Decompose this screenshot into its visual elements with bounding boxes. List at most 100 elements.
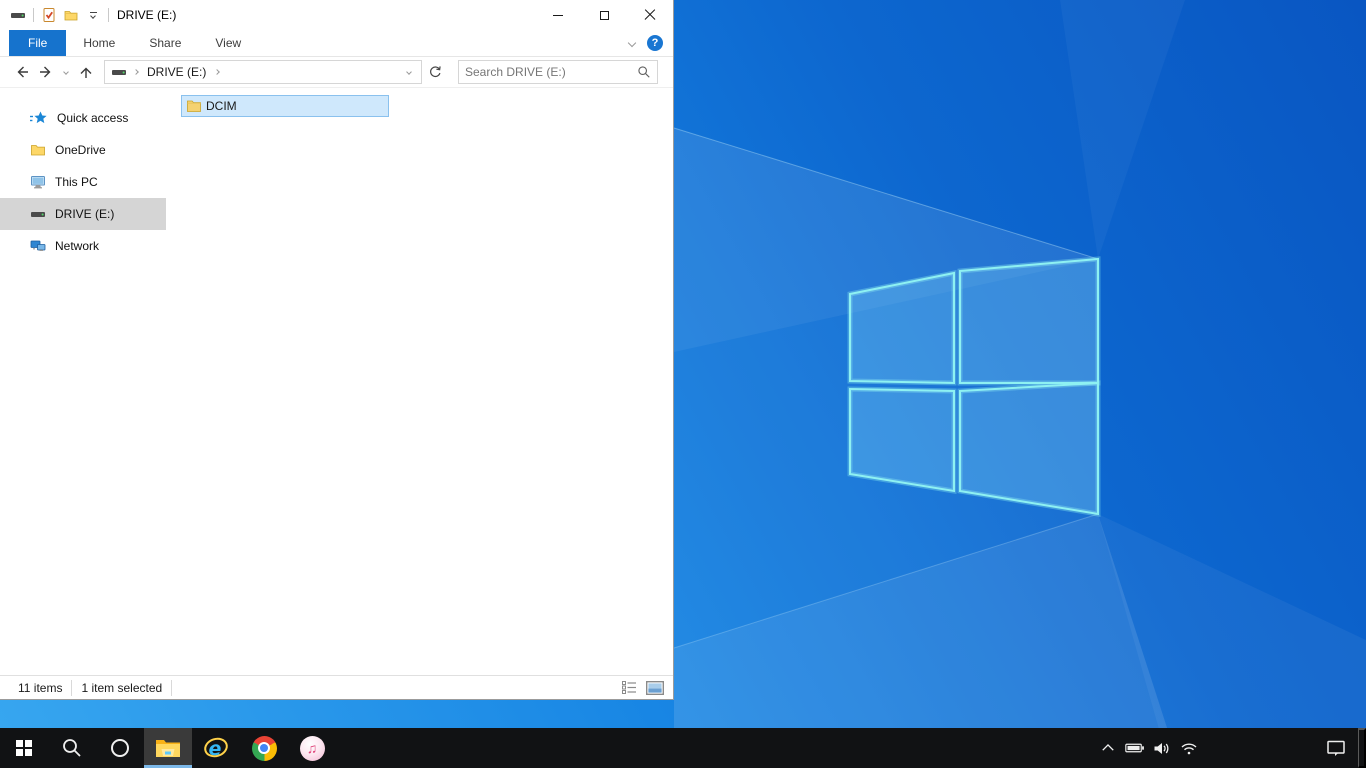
sidebar-item-label: OneDrive: [55, 143, 106, 157]
tab-file[interactable]: File: [9, 30, 67, 56]
search-input[interactable]: [465, 65, 637, 79]
qat-customize-dropdown[interactable]: [82, 3, 104, 27]
separator: [33, 8, 34, 22]
forward-button[interactable]: [34, 60, 58, 84]
window-body: Quick access OneDrive This PC DRIVE (E:)…: [0, 88, 673, 675]
action-center-icon: [1327, 740, 1345, 756]
details-view-button[interactable]: [619, 679, 639, 697]
chrome-button[interactable]: [240, 728, 288, 768]
customize-qat-caret-icon: [89, 12, 97, 19]
wifi-icon: [1181, 743, 1197, 755]
minimize-icon: [553, 14, 563, 16]
show-desktop-button[interactable]: [1358, 728, 1366, 768]
navigation-bar: DRIVE (E:): [0, 57, 673, 88]
chrome-icon: [251, 735, 277, 761]
title-bar: DRIVE (E:): [0, 0, 673, 30]
back-button[interactable]: [10, 60, 34, 84]
separator: [171, 679, 173, 696]
chevron-right-icon: [214, 69, 221, 75]
network-icon: [30, 240, 46, 251]
this-pc-icon: [31, 176, 45, 189]
selection-count: 1 item selected: [81, 680, 163, 695]
hidden-icons-chevron[interactable]: [1096, 728, 1120, 768]
drive-icon: [31, 212, 45, 217]
separator: [71, 679, 73, 696]
volume-status[interactable]: [1150, 728, 1174, 768]
cortana-button[interactable]: [96, 728, 144, 768]
sidebar-item-quick-access[interactable]: Quick access: [0, 102, 166, 134]
ribbon-tabs: File Home Share View ?: [0, 30, 673, 57]
separator: [108, 8, 109, 22]
qat-properties-button[interactable]: [38, 3, 60, 27]
taskbar-search-button[interactable]: [48, 728, 96, 768]
action-center-button[interactable]: [1314, 728, 1358, 768]
details-view-icon: [621, 681, 636, 694]
address-path-segment[interactable]: DRIVE (E:): [145, 65, 208, 79]
onedrive-folder-icon: [31, 145, 45, 156]
folder-name: DCIM: [206, 99, 237, 113]
refresh-button[interactable]: [424, 60, 446, 84]
folder-icon: [187, 100, 201, 112]
windows-logo-icon: [16, 740, 32, 756]
address-history-dropdown[interactable]: [401, 60, 417, 84]
drive-icon: [7, 3, 29, 27]
large-icons-view-button[interactable]: [645, 679, 665, 697]
battery-status[interactable]: [1123, 728, 1147, 768]
sidebar-item-network[interactable]: Network: [0, 230, 166, 262]
chevron-down-icon: [406, 69, 412, 75]
sidebar-item-label: This PC: [55, 175, 98, 189]
file-list[interactable]: DCIM: [166, 88, 673, 675]
address-bar[interactable]: DRIVE (E:): [104, 60, 422, 84]
tab-home[interactable]: Home: [66, 30, 133, 56]
sidebar-item-onedrive[interactable]: OneDrive: [0, 134, 166, 166]
qat-new-folder-button[interactable]: [60, 3, 82, 27]
wifi-status[interactable]: [1177, 728, 1201, 768]
search-box: [458, 60, 658, 84]
help-button[interactable]: ?: [647, 35, 663, 51]
battery-icon: [1125, 743, 1144, 753]
minimize-button[interactable]: [535, 0, 581, 30]
expand-ribbon-button[interactable]: [627, 38, 637, 48]
taskbar-file-explorer-button[interactable]: [144, 728, 192, 768]
volume-icon: [1154, 742, 1169, 754]
status-bar: 11 items 1 item selected: [0, 675, 673, 699]
internet-explorer-button[interactable]: e: [192, 728, 240, 768]
chevron-down-icon: [627, 38, 637, 48]
arrow-up-icon: [80, 67, 92, 78]
sidebar-item-label: DRIVE (E:): [55, 207, 115, 221]
close-button[interactable]: [627, 0, 673, 30]
chevron-down-icon: [63, 69, 69, 75]
arrow-left-icon: [17, 66, 28, 78]
up-button[interactable]: [74, 60, 98, 84]
quick-access-star-icon: [30, 111, 47, 124]
sidebar-item-this-pc[interactable]: This PC: [0, 166, 166, 198]
file-explorer-icon: [156, 740, 180, 757]
desktop: DRIVE (E:) File Home Share View ? DRIVE …: [0, 0, 1366, 768]
start-button[interactable]: [0, 728, 48, 768]
itunes-button[interactable]: ♫: [288, 728, 336, 768]
cortana-icon: [111, 739, 129, 757]
close-icon: [644, 9, 656, 21]
tab-view[interactable]: View: [198, 30, 259, 56]
items-count: 11 items: [18, 680, 63, 695]
maximize-button[interactable]: [581, 0, 627, 30]
window-title: DRIVE (E:): [117, 8, 177, 22]
tab-share[interactable]: Share: [132, 30, 199, 56]
thumbnail-view-icon: [646, 680, 664, 695]
caption-buttons: [535, 0, 673, 30]
refresh-icon: [430, 66, 441, 77]
navigation-pane: Quick access OneDrive This PC DRIVE (E:)…: [0, 88, 166, 675]
chevron-right-icon: [133, 69, 139, 75]
internet-explorer-icon: e: [204, 737, 228, 760]
search-icon: [63, 739, 81, 757]
arrow-right-icon: [40, 66, 51, 78]
folder-item-dcim[interactable]: DCIM: [181, 95, 389, 117]
recent-locations-dropdown[interactable]: [58, 60, 74, 84]
maximize-icon: [599, 10, 609, 20]
itunes-icon: ♫: [299, 735, 325, 761]
sidebar-item-drive-e[interactable]: DRIVE (E:): [0, 198, 166, 230]
search-icon[interactable]: [637, 65, 651, 79]
file-explorer-window: DRIVE (E:) File Home Share View ? DRIVE …: [0, 0, 674, 700]
sidebar-item-label: Network: [55, 239, 100, 253]
sidebar-item-label: Quick access: [57, 111, 129, 125]
